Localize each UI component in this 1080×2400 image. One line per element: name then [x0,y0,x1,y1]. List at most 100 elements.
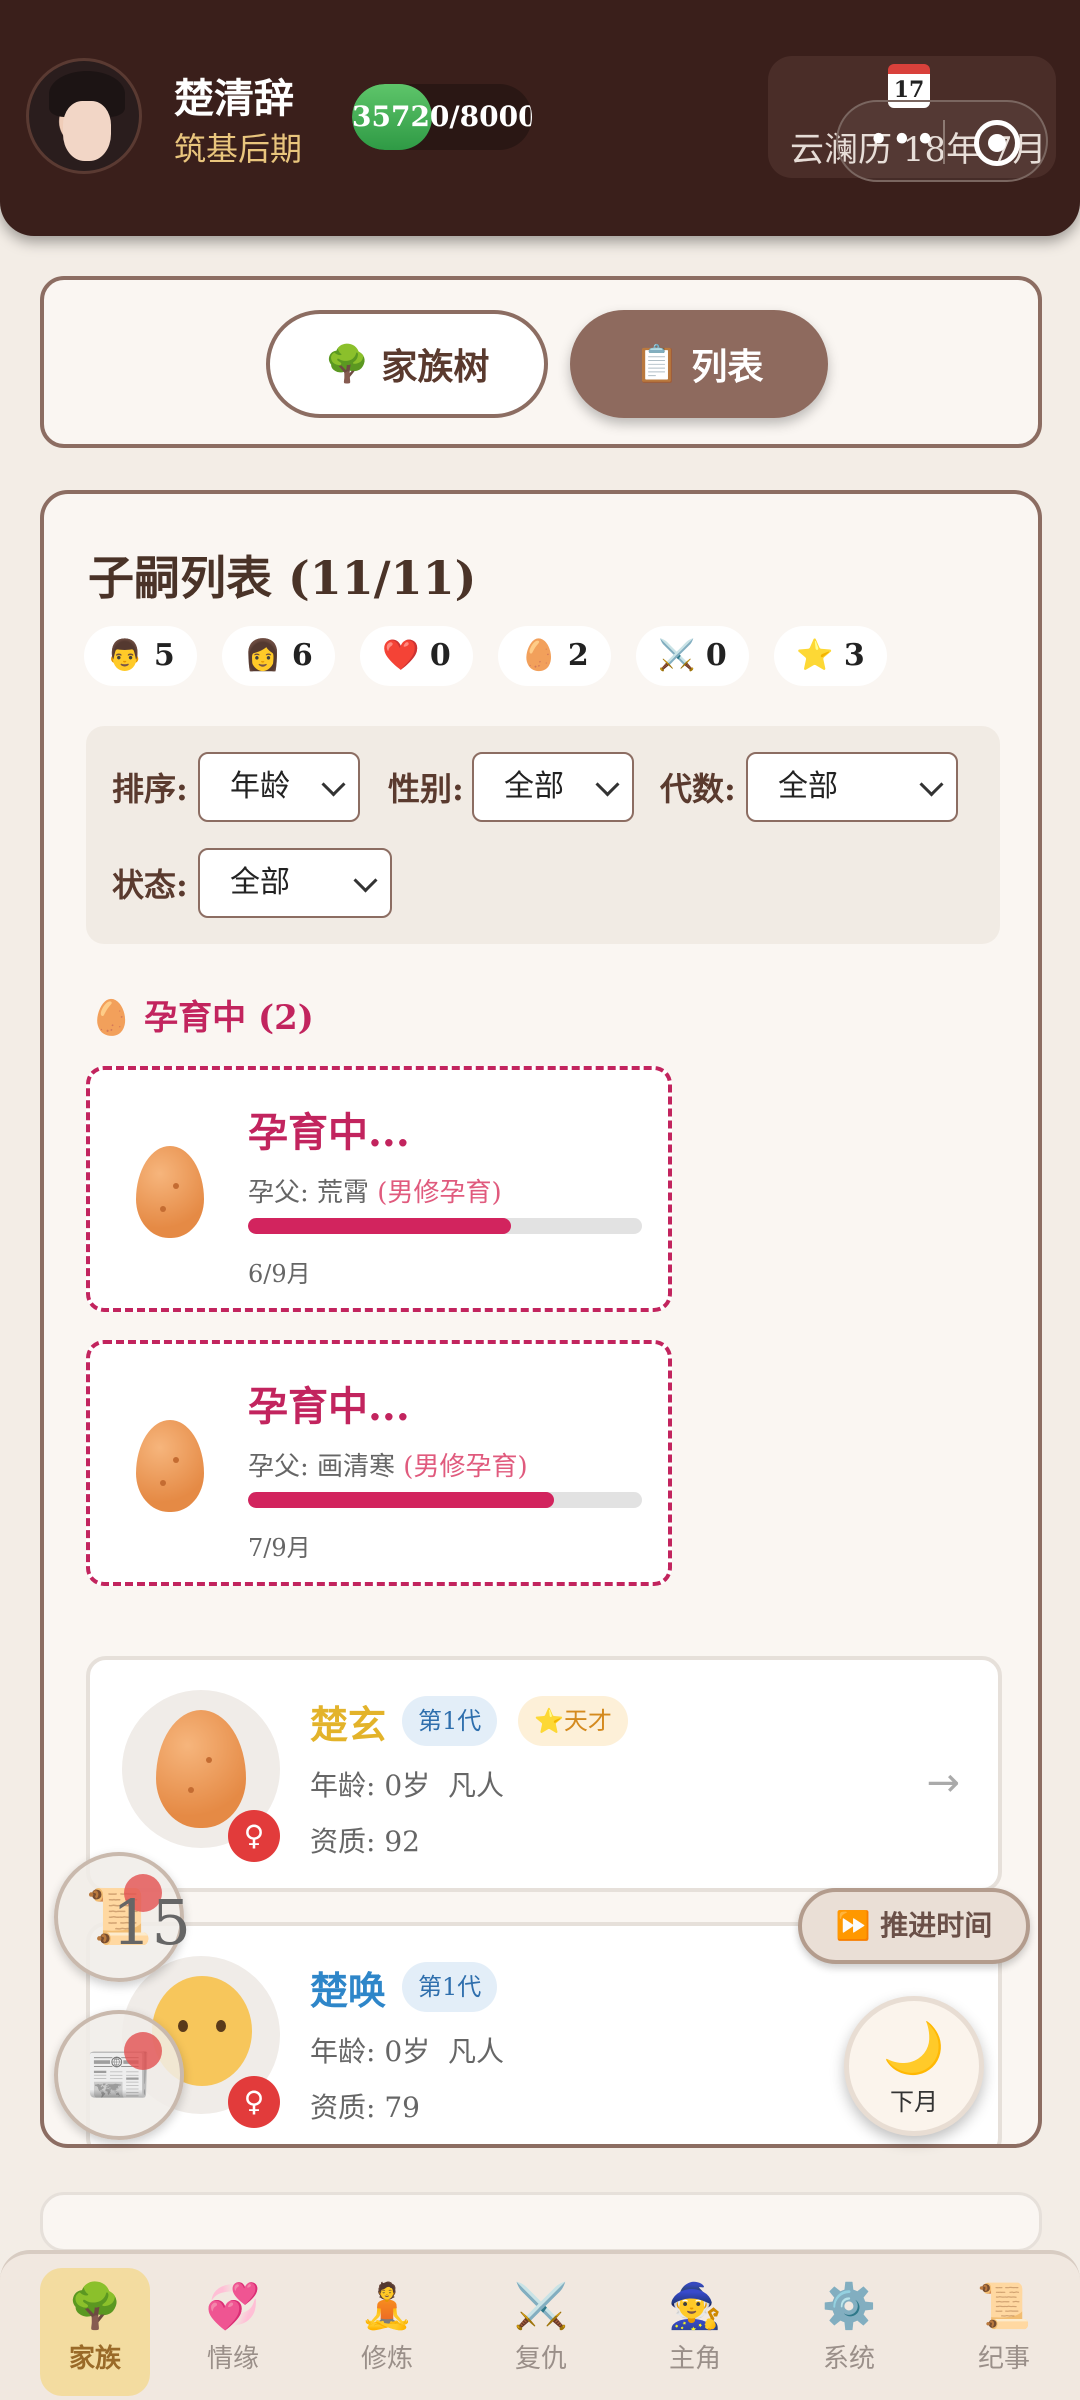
stat-battle: ⚔️ 0 [636,626,749,686]
clipboard-icon: 📋 [634,343,680,385]
nav-family[interactable]: 🌳 家族 [40,2268,150,2396]
pregnancy-section-title: 🥚 孕育中 (2) [90,998,314,1038]
view-switcher: 🌳 家族树 📋 列表 [40,276,1042,448]
player-avatar[interactable] [26,58,142,174]
generation-badge: 第1代 [402,1696,498,1746]
chronicle-float-button[interactable]: 📜 15 [54,1852,191,1982]
tree-icon: 🌳 [324,343,370,385]
gear-icon: ⚙️ [821,2281,877,2332]
arrow-right-icon[interactable]: → [926,1760,960,1806]
female-icon: ♀ [228,2076,280,2128]
newspaper-icon: 📰 [85,2043,153,2106]
stat-value: 2 [567,638,589,673]
talent-badge: ⭐天才 [518,1696,628,1746]
cultivation-realm: 筑基后期 [174,130,303,168]
pregnancy-title: 孕育中... [248,1383,410,1430]
player-name: 楚清辞 [174,75,294,122]
moon-icon: 🌙 [882,2019,946,2077]
sort-select[interactable]: 年龄 [198,752,360,822]
chronicle-count: 15 [112,1886,191,1959]
child-card[interactable]: ♀ 楚玄 第1代 ⭐天才 年龄: 0岁 凡人 资质: 92 → [86,1656,1002,1892]
child-name: 楚玄 [310,1702,387,1747]
egg-icon [156,1710,246,1828]
status-select[interactable]: 全部 [198,848,392,918]
child-aptitude: 资质: 79 [310,2091,420,2124]
list-title: 子嗣列表 (11/11) [88,551,477,605]
stat-value: 6 [291,638,313,673]
nav-cultivate[interactable]: 🧘 修炼 [332,2268,442,2396]
nav-label: 复仇 [514,2344,567,2374]
crossed-swords-icon: ⚔️ [513,2281,569,2332]
next-section-card [40,2192,1042,2252]
father-label: 孕父: 荒霄 [248,1178,370,1208]
child-status: 凡人 [447,2035,504,2068]
advance-time-button[interactable]: ⏩ 推进时间 [798,1888,1030,1964]
nav-label: 主角 [668,2344,721,2374]
egg-icon [136,1146,204,1238]
news-float-button[interactable]: 📰 [54,2010,184,2140]
stat-value: 0 [429,638,451,673]
stat-value: 5 [153,638,175,673]
tab-label: 家族树 [381,346,490,388]
nav-revenge[interactable]: ⚔️ 复仇 [486,2268,596,2396]
nav-label: 情缘 [206,2344,259,2374]
nav-system[interactable]: ⚙️ 系统 [794,2268,904,2396]
pregnancy-card[interactable]: 孕育中... 孕父: 画清寒 (男修孕育) 7/9月 [86,1340,672,1586]
nav-chronicle[interactable]: 📜 纪事 [948,2268,1060,2396]
generation-select[interactable]: 全部 [746,752,958,822]
nav-romance[interactable]: 💞 情缘 [178,2268,288,2396]
filter-panel: 排序: 年龄 性别: 全部 代数: 全部 状态: 全部 [86,726,1000,944]
egg-icon [136,1420,204,1512]
pregnancy-progress [248,1218,642,1234]
pregnancy-progress [248,1492,642,1508]
next-month-label: 下月 [890,2088,938,2116]
father-label: 孕父: 画清寒 [248,1452,396,1482]
child-age: 年龄: 0岁 [310,2035,431,2068]
crossed-swords-icon: ⚔️ [658,638,696,673]
close-target-icon[interactable] [974,120,1020,166]
stat-value: 0 [705,638,727,673]
exp-text: 35720/80000 [352,100,532,133]
child-name: 楚唤 [310,1968,387,2013]
generation-label: 代数: [660,770,736,808]
tab-list[interactable]: 📋 列表 [570,310,828,418]
exp-bar: 35720/80000 [352,84,532,150]
tab-family-tree[interactable]: 🌳 家族树 [266,310,548,418]
mage-icon: 🧙 [667,2281,723,2332]
child-status: 凡人 [447,1769,504,1802]
gender-label: 性别: [388,770,464,808]
stat-hearts: ❤️ 0 [360,626,473,686]
female-icon: ♀ [228,1810,280,1862]
hearts-icon: 💞 [205,2281,261,2332]
pregnancy-type-tag: (男修孕育) [377,1178,502,1208]
pregnancy-father: 孕父: 荒霄 (男修孕育) [248,1172,502,1209]
man-icon: 👨 [106,638,144,673]
heart-icon: ❤️ [382,638,420,673]
pregnancy-progress-fill [248,1492,555,1508]
child-age: 年龄: 0岁 [310,1769,431,1802]
more-icon[interactable]: ••• [868,120,938,161]
generation-badge: 第1代 [402,1962,498,2012]
capsule-divider [943,120,945,164]
scroll-icon: 📜 [976,2281,1032,2332]
child-aptitude: 资质: 92 [310,1825,420,1858]
stat-male: 👨 5 [84,626,197,686]
pregnancy-type-tag: (男修孕育) [403,1452,528,1482]
pregnancy-card[interactable]: 孕育中... 孕父: 荒霄 (男修孕育) 6/9月 [86,1066,672,1312]
stat-eggs: 🥚 2 [498,626,611,686]
nav-label: 修炼 [360,2344,413,2374]
stat-stars: ⭐ 3 [774,626,887,686]
next-month-button[interactable]: 🌙 下月 [844,1996,984,2136]
meditation-icon: 🧘 [359,2281,415,2332]
tab-label: 列表 [691,346,764,388]
notification-dot [124,2032,162,2070]
top-header: 楚清辞 筑基后期 35720/80000 17 云澜历 18年 7月 ••• [0,0,1080,236]
child-age-line: 年龄: 0岁 凡人 [310,1764,504,1804]
gender-select[interactable]: 全部 [472,752,634,822]
stat-value: 3 [843,638,865,673]
nav-protagonist[interactable]: 🧙 主角 [640,2268,750,2396]
nav-label: 家族 [68,2344,121,2374]
pregnancy-title: 孕育中... [248,1109,410,1156]
status-label: 状态: [112,866,188,904]
pregnancy-month: 7/9月 [248,1534,311,1562]
